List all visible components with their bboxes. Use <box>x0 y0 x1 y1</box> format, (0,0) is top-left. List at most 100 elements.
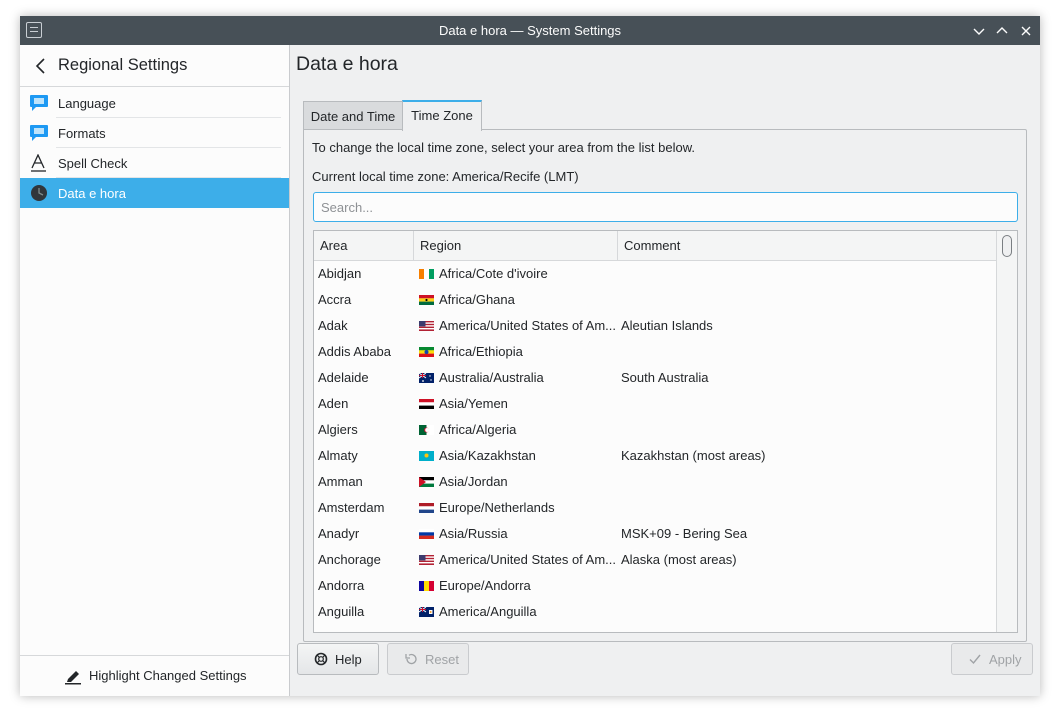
minimize-icon[interactable] <box>970 22 988 40</box>
table-row[interactable]: Adak America/United States of Am... Aleuti… <box>314 313 996 339</box>
cell-area: Adelaide <box>318 370 369 385</box>
sidebar-header: Regional Settings <box>20 45 289 87</box>
cell-region: Africa/Algeria <box>439 422 517 437</box>
column-header-region[interactable]: Region <box>414 231 618 261</box>
cell-region: America/United States of Am... <box>439 318 617 333</box>
sidebar-item-label: Spell Check <box>58 156 128 171</box>
reset-button[interactable]: Reset <box>387 643 469 675</box>
cell-region: Africa/Ghana <box>439 292 515 307</box>
table-row[interactable]: Andorra Europe/Andorra <box>314 573 996 599</box>
cell-area: Anadyr <box>318 526 360 541</box>
cell-comment: South Australia <box>621 370 709 385</box>
cell-area: Aden <box>318 396 349 411</box>
table-row[interactable]: Anadyr Asia/Russia MSK+09 - Bering Sea <box>314 521 996 547</box>
table-row[interactable]: Accra Africa/Ghana <box>314 287 996 313</box>
sidebar-item-language[interactable]: Language <box>20 88 289 118</box>
time-zone-table[interactable]: Area Region Comment Abidjan Africa/Cote d… <box>313 230 1018 633</box>
cell-comment: Aleutian Islands <box>621 318 713 333</box>
sidebar-footer: Highlight Changed Settings <box>20 655 289 696</box>
time-zone-panel: To change the local time zone, select yo… <box>303 129 1027 642</box>
tab-time-zone[interactable]: Time Zone <box>402 100 482 131</box>
table-row[interactable]: Abidjan Africa/Cote d'ivoire <box>314 261 996 287</box>
sidebar: Regional Settings Language Formats Spell… <box>20 45 290 696</box>
cell-region: Asia/Jordan <box>439 474 508 489</box>
country-flag-icon <box>419 477 434 487</box>
table-row[interactable]: Adelaide Australia/Australia South Austral… <box>314 365 996 391</box>
close-icon[interactable] <box>1017 22 1035 40</box>
help-button[interactable]: Help <box>297 643 379 675</box>
sidebar-item-spell-check[interactable]: Spell Check <box>20 148 289 178</box>
country-flag-icon <box>419 581 434 591</box>
help-lifebuoy-icon <box>314 652 328 666</box>
table-row[interactable]: Addis Ababa Africa/Ethiopia <box>314 339 996 365</box>
cell-area: Adak <box>318 318 348 333</box>
country-flag-icon <box>419 373 434 383</box>
cell-region: America/Anguilla <box>439 604 537 619</box>
help-button-label: Help <box>335 652 362 667</box>
cell-region: Europe/Netherlands <box>439 500 555 515</box>
apply-check-icon <box>968 652 982 666</box>
maximize-icon[interactable] <box>993 22 1011 40</box>
country-flag-icon <box>419 555 434 565</box>
table-row[interactable]: Aden Asia/Yemen <box>314 391 996 417</box>
cell-area: Accra <box>318 292 352 307</box>
sidebar-item-date-time[interactable]: Data e hora <box>20 178 289 208</box>
country-flag-icon <box>419 321 434 331</box>
window-title: Data e hora — System Settings <box>438 23 622 38</box>
cell-comment: MSK+09 - Bering Sea <box>621 526 748 541</box>
vertical-scrollbar[interactable] <box>996 231 1017 632</box>
column-header-area[interactable]: Area <box>314 231 414 261</box>
table-row[interactable]: Amsterdam Europe/Netherlands <box>314 495 996 521</box>
table-row[interactable]: Amman Asia/Jordan <box>314 469 996 495</box>
cell-region: Asia/Russia <box>439 526 508 541</box>
scrollbar-thumb[interactable] <box>1002 235 1012 257</box>
country-flag-icon <box>419 451 434 461</box>
sidebar-item-label: Language <box>58 96 116 111</box>
search-input[interactable] <box>313 192 1018 222</box>
country-flag-icon <box>419 503 434 513</box>
highlighter-icon <box>64 667 82 685</box>
table-row[interactable]: Anguilla America/Anguilla <box>314 599 996 625</box>
sidebar-item-formats[interactable]: Formats <box>20 118 289 148</box>
highlight-changed-label: Highlight Changed Settings <box>89 668 247 683</box>
reset-button-label: Reset <box>425 652 459 667</box>
main-content: Data e hora Date and Time Time Zone To c… <box>291 45 1040 696</box>
cell-area: Andorra <box>318 578 365 593</box>
table-header: Area Region Comment <box>314 231 996 261</box>
cell-area: Abidjan <box>318 266 362 281</box>
cell-area: Amsterdam <box>318 500 385 515</box>
table-row[interactable]: Anchorage America/United States of Am... A… <box>314 547 996 573</box>
title-bar[interactable]: Data e hora — System Settings <box>20 16 1040 45</box>
time-zone-description: To change the local time zone, select yo… <box>312 140 695 155</box>
cell-area: Almaty <box>318 448 358 463</box>
cell-area: Addis Ababa <box>318 344 392 359</box>
column-header-comment[interactable]: Comment <box>618 231 996 261</box>
settings-window: Data e hora — System Settings Regional S… <box>20 16 1040 696</box>
table-row[interactable]: Almaty Asia/Kazakhstan Kazakhstan (most ar… <box>314 443 996 469</box>
sidebar-item-label: Data e hora <box>58 186 126 201</box>
back-arrow-icon[interactable] <box>32 56 50 76</box>
formats-flag-icon <box>29 124 49 142</box>
table-row[interactable]: Algiers Africa/Algeria <box>314 417 996 443</box>
tab-date-and-time[interactable]: Date and Time <box>303 101 403 130</box>
cell-region: Asia/Kazakhstan <box>439 448 536 463</box>
sidebar-list: Language Formats Spell Check Data e hora <box>20 88 289 208</box>
sidebar-item-label: Formats <box>58 126 106 141</box>
apply-button[interactable]: Apply <box>951 643 1033 675</box>
country-flag-icon <box>419 529 434 539</box>
cell-area: Anguilla <box>318 604 365 619</box>
cell-region: Africa/Cote d'ivoire <box>439 266 548 281</box>
cell-comment: Kazakhstan (most areas) <box>621 448 766 463</box>
cell-area: Amman <box>318 474 363 489</box>
country-flag-icon <box>419 425 434 435</box>
cell-area: Anchorage <box>318 552 381 567</box>
reset-undo-icon <box>404 652 418 666</box>
cell-region: Australia/Australia <box>439 370 544 385</box>
sidebar-title[interactable]: Regional Settings <box>58 56 187 75</box>
cell-area: Algiers <box>318 422 358 437</box>
apply-button-label: Apply <box>989 652 1022 667</box>
current-time-zone: Current local time zone: America/Recife … <box>312 169 579 184</box>
country-flag-icon <box>419 607 434 617</box>
country-flag-icon <box>419 269 434 279</box>
language-flag-icon <box>29 94 49 112</box>
